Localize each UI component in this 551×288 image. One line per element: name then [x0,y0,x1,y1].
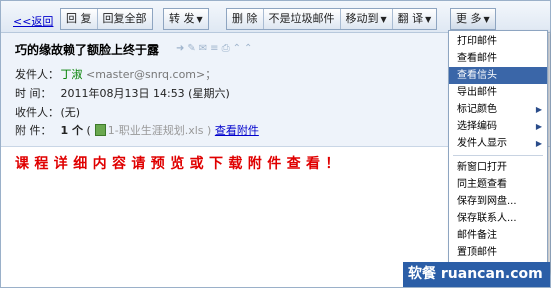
menu-item-print[interactable]: 打印邮件 [449,33,547,50]
time-label: 时 间： [15,87,52,100]
collapse-icon[interactable]: ⌃ [244,43,255,54]
site-watermark: 软餐 ruancan.com [403,262,550,287]
menu-item-same-subject[interactable]: 同主题查看 [449,176,547,193]
recipient-row: 收件人： (无) [15,104,80,120]
sender-email: <master@snrq.com>； [86,68,217,81]
translate-label: 翻 译 [397,12,424,25]
delete-button[interactable]: 删 除 [227,9,263,29]
more-button[interactable]: 更 多 ▼ [450,8,496,30]
excel-file-icon [94,124,106,136]
edit-icon[interactable]: ✎ [187,43,198,54]
attachment-count: 1 个 [60,124,83,137]
menu-item-export[interactable]: 导出邮件 [449,84,547,101]
view-attachment-link[interactable]: 查看附件 [215,124,259,137]
subject-action-icons: ➜✎✉≡⎙⌃⌃ [176,43,255,54]
forward-button[interactable]: 转 发 ▼ [163,8,209,30]
message-subject: 巧的缘故赖了额脸上终于露 [15,43,160,57]
tag-icon[interactable]: ➜ [176,43,187,54]
menu-separator [453,155,543,156]
attachment-label: 附 件： [15,124,52,137]
chevron-down-icon: ▼ [483,15,490,24]
translate-button[interactable]: 翻 译 ▼ [393,9,437,29]
time-row: 时 间： 2011年08月13日 14:53 (星期六) [15,85,230,101]
recipient-label: 收件人： [15,106,59,119]
attachment-paren: ( [86,124,91,137]
forward-label: 转 发 [169,12,195,25]
back-link[interactable]: <<返回 [13,13,53,29]
chevron-down-icon: ▼ [425,15,432,24]
menu-item-mark-color[interactable]: 标记颜色 ▶ [449,101,547,118]
menu-item-save-to-disk[interactable]: 保存到网盘... [449,193,547,210]
chevron-down-icon: ▼ [380,15,387,24]
submenu-arrow-icon: ▶ [535,139,542,148]
menu-item-label: 发件人显示 [457,138,507,149]
menu-item-sender-display[interactable]: 发件人显示 ▶ [449,135,547,152]
list-icon[interactable]: ≡ [210,43,221,54]
chevron-down-icon: ▼ [196,15,203,24]
sender-label: 发件人： [15,68,59,81]
menu-item-new-window[interactable]: 新窗口打开 [449,159,547,176]
sender-row: 发件人： 丁淑 <master@snrq.com>； [15,66,216,82]
menu-item-save-contact[interactable]: 保存联系人... [449,210,547,227]
recipient-value: (无) [60,106,81,119]
reply-button-group: 回 复回复全部 [60,8,153,30]
print-icon[interactable]: ⎙ [222,43,233,54]
reply-all-button[interactable]: 回复全部 [98,9,152,29]
menu-item-label: 选择编码 [457,121,497,132]
move-to-button[interactable]: 移动到 ▼ [341,9,392,29]
time-value: 2011年08月13日 14:53 (星期六) [60,87,230,100]
menu-item-label: 标记颜色 [457,104,497,115]
reply-button[interactable]: 回 复 [61,9,97,29]
message-body: 课程详细内容请预览或下载附件查看！ [15,156,345,172]
submenu-arrow-icon: ▶ [535,122,542,131]
menu-item-note[interactable]: 邮件备注 [449,227,547,244]
menu-item-view-mail[interactable]: 查看邮件 [449,50,547,67]
attachment-name[interactable]: 1-职业生涯规划.xls ) [108,124,212,137]
more-label: 更 多 [456,12,482,25]
submenu-arrow-icon: ▶ [535,105,542,114]
prev-icon[interactable]: ⌃ [233,43,244,54]
sender-name[interactable]: 丁淑 [61,68,83,81]
not-spam-button[interactable]: 不是垃圾邮件 [264,9,340,29]
menu-item-encoding[interactable]: 选择编码 ▶ [449,118,547,135]
move-to-label: 移动到 [345,12,379,25]
mail-icon[interactable]: ✉ [199,43,210,54]
action-button-group: 删 除不是垃圾邮件 移动到 ▼ 翻 译 ▼ [226,8,438,30]
more-dropdown-menu: 打印邮件 查看邮件 查看信头 导出邮件 标记颜色 ▶ 选择编码 ▶ 发件人显示 ▶ 新… [448,30,548,272]
attachment-row: 附 件： 1 个 (1-职业生涯规划.xls ) 查看附件 [15,122,259,138]
menu-item-pin[interactable]: 置顶邮件 [449,244,547,261]
menu-item-view-header[interactable]: 查看信头 [449,67,547,84]
